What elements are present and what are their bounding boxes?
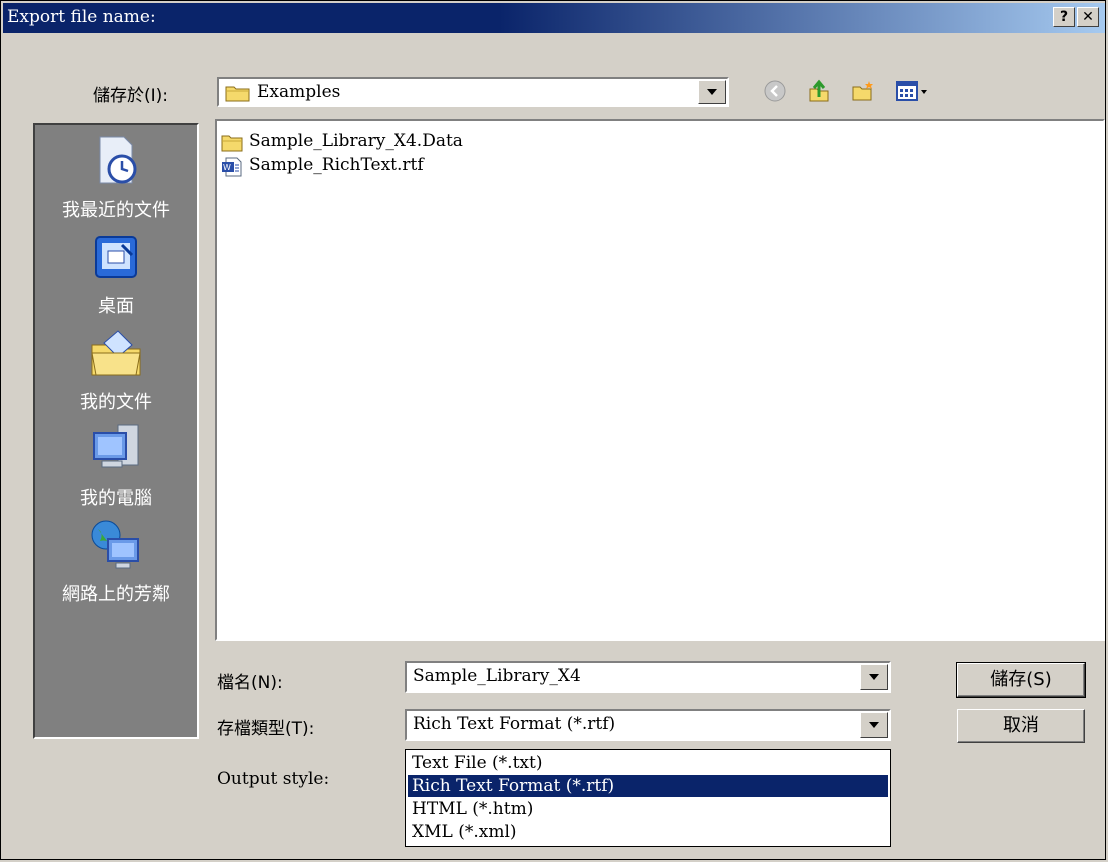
places-bar: 我最近的文件 桌面 我的文件 我的電腦 網路上的芳鄰 <box>33 123 199 739</box>
file-list[interactable]: Sample_Library_X4.Data W Sample_RichText… <box>215 119 1105 641</box>
close-button[interactable]: ✕ <box>1077 7 1099 27</box>
desktop-icon <box>95 236 137 278</box>
place-desktop[interactable]: 桌面 <box>35 229 197 318</box>
filetype-dropdown-list[interactable]: Text File (*.txt) Rich Text Format (*.rt… <box>405 749 891 847</box>
folder-icon <box>225 86 250 102</box>
place-network[interactable]: 網路上的芳鄰 <box>35 517 197 606</box>
place-label: 網路上的芳鄰 <box>62 584 170 605</box>
chevron-down-icon <box>869 674 879 680</box>
dropdown-option[interactable]: Text File (*.txt) <box>408 752 888 774</box>
filetype-value: Rich Text Format (*.rtf) <box>413 714 616 734</box>
place-my-documents[interactable]: 我的文件 <box>35 325 197 414</box>
dropdown-option-selected[interactable]: Rich Text Format (*.rtf) <box>408 775 888 797</box>
view-menu-icon[interactable] <box>895 79 933 103</box>
my-documents-icon <box>91 330 141 376</box>
up-folder-icon[interactable] <box>807 79 831 103</box>
cancel-button[interactable]: 取消 <box>957 709 1085 743</box>
chevron-down-icon <box>707 89 717 95</box>
new-folder-icon[interactable] <box>851 79 875 103</box>
place-my-computer[interactable]: 我的電腦 <box>35 421 197 510</box>
help-button[interactable]: ? <box>1053 7 1075 27</box>
place-label: 我最近的文件 <box>62 200 170 221</box>
filetype-label: 存檔類型(T): <box>217 719 315 739</box>
dialog-title: Export file name: <box>7 7 156 27</box>
file-name: Sample_RichText.rtf <box>249 155 424 175</box>
recent-documents-icon <box>99 136 137 184</box>
filetype-combo[interactable]: Rich Text Format (*.rtf) <box>405 709 891 741</box>
filetype-dropdown-button[interactable] <box>860 712 888 738</box>
export-dialog: Export file name: ? ✕ 儲存於(I): Examples 我… <box>0 0 1106 860</box>
my-computer-icon <box>93 424 139 468</box>
dropdown-option[interactable]: XML (*.xml) <box>408 821 888 843</box>
save-in-label: 儲存於(I): <box>93 86 169 106</box>
filename-combo[interactable]: Sample_Library_X4 <box>405 661 891 693</box>
back-icon[interactable] <box>763 79 787 103</box>
place-recent-documents[interactable]: 我最近的文件 <box>35 133 197 222</box>
place-label: 桌面 <box>98 296 134 317</box>
filename-label: 檔名(N): <box>217 673 283 693</box>
file-name: Sample_Library_X4.Data <box>249 131 463 151</box>
title-bar[interactable]: Export file name: ? ✕ <box>3 3 1105 33</box>
save-in-dropdown-button[interactable] <box>698 80 726 104</box>
network-places-icon <box>91 520 139 569</box>
save-in-combo[interactable]: Examples <box>217 77 729 107</box>
dropdown-option[interactable]: HTML (*.htm) <box>408 798 888 820</box>
filename-dropdown-button[interactable] <box>860 664 888 690</box>
save-in-value: Examples <box>257 82 341 102</box>
place-label: 我的文件 <box>80 392 152 413</box>
output-style-label: Output style: <box>217 769 330 789</box>
rtf-document-icon: W <box>222 157 242 177</box>
folder-icon <box>221 135 243 152</box>
filename-input[interactable]: Sample_Library_X4 <box>413 666 581 686</box>
place-label: 我的電腦 <box>80 488 152 509</box>
save-button[interactable]: 儲存(S) <box>956 662 1086 698</box>
svg-text:W: W <box>223 163 231 172</box>
chevron-down-icon <box>869 722 879 728</box>
